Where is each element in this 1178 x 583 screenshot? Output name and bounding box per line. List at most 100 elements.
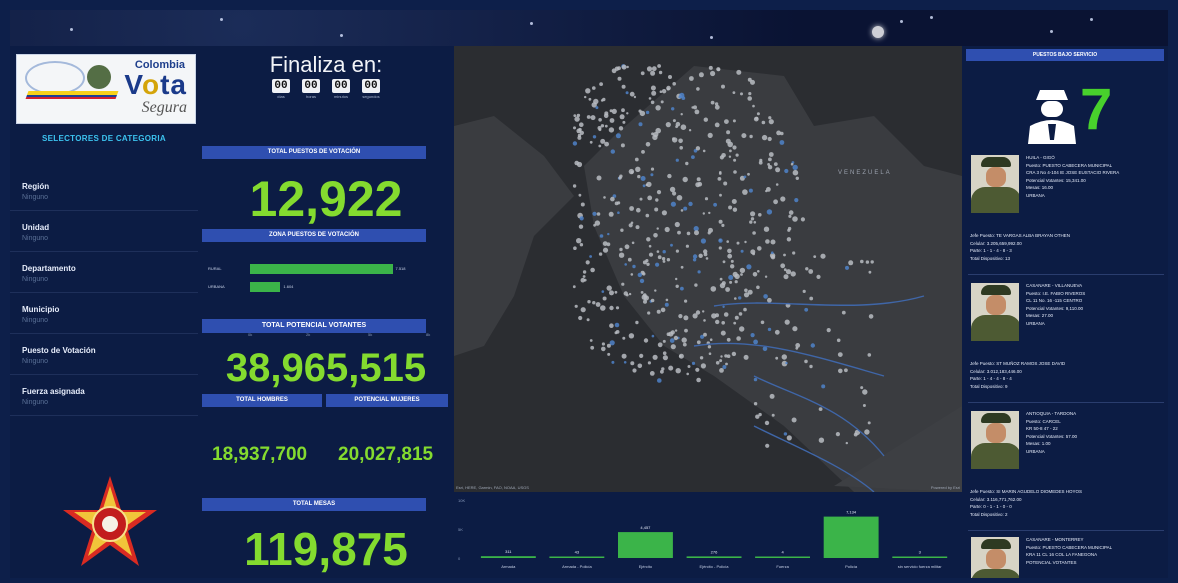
voting-station-dot: [646, 262, 650, 266]
card-location: HUILA - GIGÓ: [1026, 155, 1055, 160]
voting-station-dot: [638, 122, 643, 127]
card-divider: [968, 402, 1164, 403]
zona-bar-rural[interactable]: [250, 264, 393, 274]
potencial-header: TOTAL POTENCIAL VOTANTES: [202, 319, 426, 333]
card-zona: URBANA: [1026, 320, 1045, 326]
voting-station-dot: [680, 113, 683, 116]
bar-armada[interactable]: [480, 556, 536, 558]
voting-station-dot: [775, 167, 781, 173]
bar-ej-rcito-polic-a[interactable]: [686, 556, 742, 558]
logo-tagline: Segura: [141, 99, 187, 116]
card-divider: [968, 530, 1164, 531]
voting-station-dot: [614, 201, 619, 206]
bar-armada-polic-a[interactable]: [549, 556, 605, 559]
voting-station-dot: [668, 331, 674, 337]
bar-ej-rcito[interactable]: [618, 532, 673, 558]
voting-station-dot: [744, 240, 747, 244]
voting-station-dot: [614, 322, 620, 328]
mesas-header: TOTAL MESAS: [202, 498, 426, 511]
voting-station-dot: [733, 170, 737, 174]
voting-station-dot: [715, 319, 720, 325]
voting-station-dot: [836, 338, 841, 343]
voting-station-dot: [767, 165, 773, 170]
bar-value-label: 276: [711, 549, 718, 554]
voting-station-dot: [719, 277, 723, 281]
voting-station-dot: [696, 87, 700, 91]
voting-station-dot: [821, 384, 826, 389]
map-canvas[interactable]: VENEZUELA: [454, 46, 962, 492]
voting-station-dot: [640, 71, 645, 76]
voting-station-dot: [633, 95, 637, 99]
voting-station-dot: [572, 184, 577, 188]
zona-bar-urbana[interactable]: [250, 282, 281, 292]
voting-station-dot: [639, 353, 644, 358]
voting-station-dot: [579, 122, 584, 127]
filter-puesto-votacion[interactable]: Puesto de Votación Ninguno: [10, 334, 198, 375]
voting-station-dot: [718, 172, 722, 175]
voting-station-dot: [651, 90, 657, 96]
voting-station-dot: [845, 441, 848, 445]
filter-unidad[interactable]: Unidad Ninguno: [10, 211, 198, 252]
voting-station-dot: [678, 95, 682, 99]
x-tick-label: sin servicio fuerza militar: [898, 564, 942, 569]
voting-station-dot: [694, 109, 700, 115]
voting-station-dot: [794, 198, 799, 203]
voting-station-dot: [763, 294, 768, 299]
voting-station-dot: [747, 96, 752, 101]
voting-station-dot: [685, 244, 689, 248]
voting-station-dot: [734, 280, 738, 284]
y-tick-label: 5K: [458, 527, 463, 532]
voting-station-dot: [722, 305, 725, 308]
voting-station-dot: [626, 293, 629, 297]
voting-station-dot: [672, 82, 676, 86]
x-tick-label: Policía: [845, 564, 858, 569]
voting-station-dot: [607, 232, 610, 236]
voting-station-dot: [731, 199, 737, 204]
countdown-minutes: 00: [332, 79, 350, 93]
colombia-map[interactable]: VENEZUELA Esri, HERE, Garmin, FAO, NOAA,…: [454, 46, 962, 492]
voting-station-dot: [767, 136, 772, 142]
voting-station-dot: [753, 402, 758, 406]
voting-station-dot: [584, 95, 587, 99]
voting-station-dot: [686, 231, 691, 236]
voting-station-dot: [585, 260, 590, 265]
voting-station-dot: [771, 251, 774, 254]
voting-station-dot: [684, 299, 688, 303]
voting-station-dot: [750, 249, 756, 255]
voting-station-dot: [715, 361, 720, 365]
voting-station-dot: [585, 88, 591, 94]
filter-fuerza-asignada[interactable]: Fuerza asignada Ninguno: [10, 375, 198, 416]
voting-station-dot: [657, 255, 662, 260]
bar-sin-servicio-fuerza-militar[interactable]: [892, 556, 948, 559]
voting-station-dot: [598, 252, 603, 256]
voting-station-dot: [662, 339, 666, 343]
voting-station-dot: [721, 321, 725, 325]
voting-station-dot: [720, 355, 723, 358]
card-dispositivo: Total Dispositivo: 9: [970, 383, 1008, 389]
voting-station-dot: [726, 337, 731, 342]
voting-station-dot: [680, 286, 684, 291]
voting-station-dot: [627, 257, 632, 262]
voting-station-dot: [749, 134, 753, 139]
countdown-seconds: 00: [362, 79, 380, 93]
bar-polic-a[interactable]: [823, 516, 879, 558]
bar-value-label: 311: [505, 549, 512, 554]
filter-departamento[interactable]: Departamento Ninguno: [10, 252, 198, 293]
voting-station-dot: [660, 369, 664, 374]
card-mesas: Mesas: 16.00: [1026, 185, 1054, 190]
voting-station-dot: [820, 253, 826, 259]
voting-station-dot: [579, 216, 584, 221]
filter-municipio[interactable]: Municipio Ninguno: [10, 293, 198, 334]
fuerza-bar-chart: 10K 5K 0 311 Armada 43 Armada - Policía 4,457 Ej…: [454, 492, 962, 578]
voting-station-dot: [673, 335, 679, 341]
voting-station-dot: [719, 359, 723, 363]
voting-station-dot: [590, 267, 595, 273]
voting-station-dot: [656, 190, 662, 195]
voting-station-dot: [582, 275, 586, 278]
filter-region[interactable]: Región Ninguno: [10, 170, 198, 211]
voting-station-dot: [714, 102, 719, 106]
voting-station-dot: [695, 310, 701, 315]
voting-station-dot: [651, 334, 655, 338]
voting-station-dot: [603, 196, 606, 199]
bar-fuerza[interactable]: [755, 556, 810, 559]
